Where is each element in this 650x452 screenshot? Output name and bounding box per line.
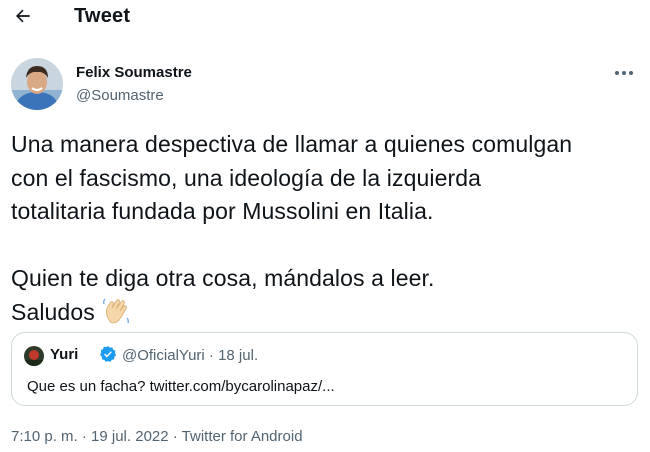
author-handle[interactable]: @Soumastre (76, 87, 164, 104)
more-options-button[interactable] (612, 63, 636, 83)
tweet-timestamp[interactable]: 7:10 p. m. · 19 jul. 2022 · Twitter for … (11, 428, 303, 445)
tweet-text: Una manera despectiva de llamar a quiene… (11, 128, 636, 335)
quoted-tweet-card[interactable]: Yuri @OficialYuri · 18 jul. Que es un fa… (11, 332, 638, 406)
author-avatar[interactable] (11, 58, 63, 110)
top-bar: Tweet (0, 0, 650, 36)
quoted-author-name[interactable]: Yuri (50, 346, 78, 363)
author-name[interactable]: Felix Soumastre (76, 64, 192, 81)
tweet-text-content: Una manera despectiva de llamar a quiene… (11, 131, 573, 325)
arrow-left-icon (16, 9, 30, 23)
quoted-tweet-text: Que es un facha? twitter.com/bycarolinap… (27, 378, 335, 395)
quoted-tweet-meta: @OficialYuri · 18 jul. (122, 347, 259, 364)
page-title: Tweet (74, 5, 131, 27)
waving-hand-icon (101, 296, 131, 336)
back-button[interactable] (10, 3, 36, 29)
quoted-author-avatar[interactable] (24, 346, 44, 366)
tweet-page: Tweet Felix Soumastre @Soumastre Una man… (0, 0, 650, 452)
verified-badge-icon (100, 346, 117, 362)
more-horizontal-icon (615, 71, 633, 75)
